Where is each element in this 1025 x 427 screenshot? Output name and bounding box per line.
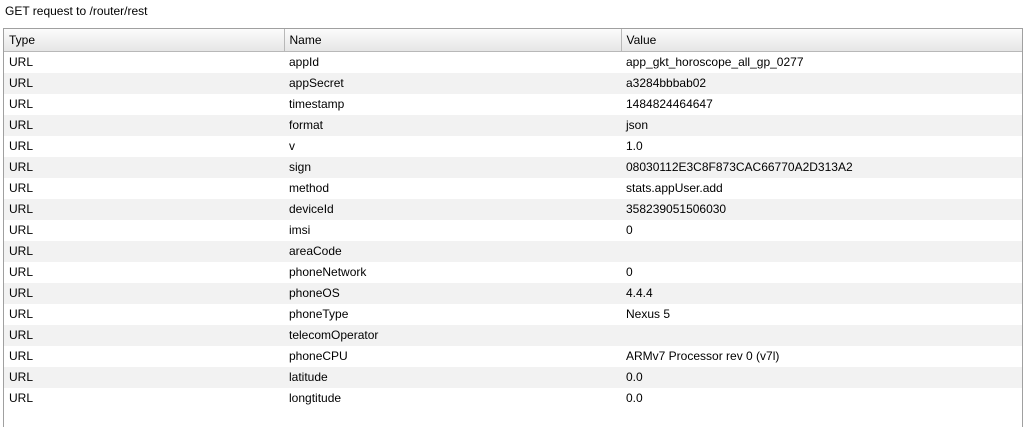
cell-name: v	[284, 135, 621, 157]
cell-name: longtitude	[284, 387, 621, 409]
cell-value: a3284bbbab02	[621, 72, 1022, 94]
table-row[interactable]: URL timestamp 1484824464647	[4, 93, 1022, 115]
cell-value: stats.appUser.add	[621, 177, 1022, 199]
cell-value: 1.0	[621, 135, 1022, 157]
cell-name: phoneNetwork	[284, 261, 621, 283]
params-table-panel[interactable]: Type Name Value URL appId app_gkt_horoscop…	[3, 28, 1023, 427]
table-row[interactable]: URL phoneOS 4.4.4	[4, 282, 1022, 304]
table-row[interactable]: URL phoneType Nexus 5	[4, 303, 1022, 325]
cell-value	[621, 240, 1022, 262]
cell-name: sign	[284, 156, 621, 178]
cell-value: ARMv7 Processor rev 0 (v7l)	[621, 345, 1022, 367]
column-header-value[interactable]: Value	[621, 29, 1022, 52]
cell-value: 0	[621, 261, 1022, 283]
cell-value: 358239051506030	[621, 198, 1022, 220]
cell-name: format	[284, 114, 621, 136]
cell-value: 4.4.4	[621, 282, 1022, 304]
cell-value: 0	[621, 219, 1022, 241]
table-row[interactable]: URL deviceId 358239051506030	[4, 198, 1022, 220]
cell-value	[621, 324, 1022, 346]
cell-name: areaCode	[284, 240, 621, 262]
cell-value: 1484824464647	[621, 93, 1022, 115]
table-row[interactable]: URL imsi 0	[4, 219, 1022, 241]
cell-name: phoneCPU	[284, 345, 621, 367]
table-row[interactable]: URL appSecret a3284bbbab02	[4, 72, 1022, 94]
table-header-row: Type Name Value	[4, 29, 1022, 52]
table-row[interactable]: URL telecomOperator	[4, 324, 1022, 346]
cell-name: appSecret	[284, 72, 621, 94]
table-row[interactable]: URL format json	[4, 114, 1022, 136]
table-row[interactable]: URL areaCode	[4, 240, 1022, 262]
cell-name: timestamp	[284, 93, 621, 115]
cell-type: URL	[4, 261, 284, 283]
cell-type: URL	[4, 303, 284, 325]
cell-type: URL	[4, 114, 284, 136]
cell-name: telecomOperator	[284, 324, 621, 346]
cell-type: URL	[4, 198, 284, 220]
cell-type: URL	[4, 345, 284, 367]
cell-type: URL	[4, 282, 284, 304]
cell-value: 0.0	[621, 366, 1022, 388]
cell-type: URL	[4, 135, 284, 157]
cell-type: URL	[4, 387, 284, 409]
table-row[interactable]: URL appId app_gkt_horoscope_all_gp_0277	[4, 51, 1022, 73]
cell-name: method	[284, 177, 621, 199]
table-row[interactable]: URL sign 08030112E3C8F873CAC66770A2D313A2	[4, 156, 1022, 178]
cell-type: URL	[4, 72, 284, 94]
table-row[interactable]: URL longtitude 0.0	[4, 387, 1022, 409]
table-row[interactable]: URL method stats.appUser.add	[4, 177, 1022, 199]
cell-value: app_gkt_horoscope_all_gp_0277	[621, 51, 1022, 73]
table-row[interactable]: URL latitude 0.0	[4, 366, 1022, 388]
cell-type: URL	[4, 51, 284, 73]
table-row[interactable]: URL phoneCPU ARMv7 Processor rev 0 (v7l)	[4, 345, 1022, 367]
column-header-name[interactable]: Name	[284, 29, 622, 52]
cell-value: json	[621, 114, 1022, 136]
cell-name: latitude	[284, 366, 621, 388]
cell-value: Nexus 5	[621, 303, 1022, 325]
cell-type: URL	[4, 219, 284, 241]
table-row[interactable]: URL phoneNetwork 0	[4, 261, 1022, 283]
cell-name: phoneOS	[284, 282, 621, 304]
cell-name: appId	[284, 51, 621, 73]
cell-type: URL	[4, 366, 284, 388]
cell-value: 0.0	[621, 387, 1022, 409]
params-table: Type Name Value URL appId app_gkt_horoscop…	[4, 29, 1022, 409]
cell-type: URL	[4, 324, 284, 346]
cell-name: deviceId	[284, 198, 621, 220]
cell-type: URL	[4, 93, 284, 115]
request-title: GET request to /router/rest	[5, 4, 148, 18]
cell-name: imsi	[284, 219, 621, 241]
cell-value: 08030112E3C8F873CAC66770A2D313A2	[621, 156, 1022, 178]
cell-name: phoneType	[284, 303, 621, 325]
column-header-type[interactable]: Type	[4, 29, 285, 52]
cell-type: URL	[4, 240, 284, 262]
table-row[interactable]: URL v 1.0	[4, 135, 1022, 157]
cell-type: URL	[4, 177, 284, 199]
cell-type: URL	[4, 156, 284, 178]
